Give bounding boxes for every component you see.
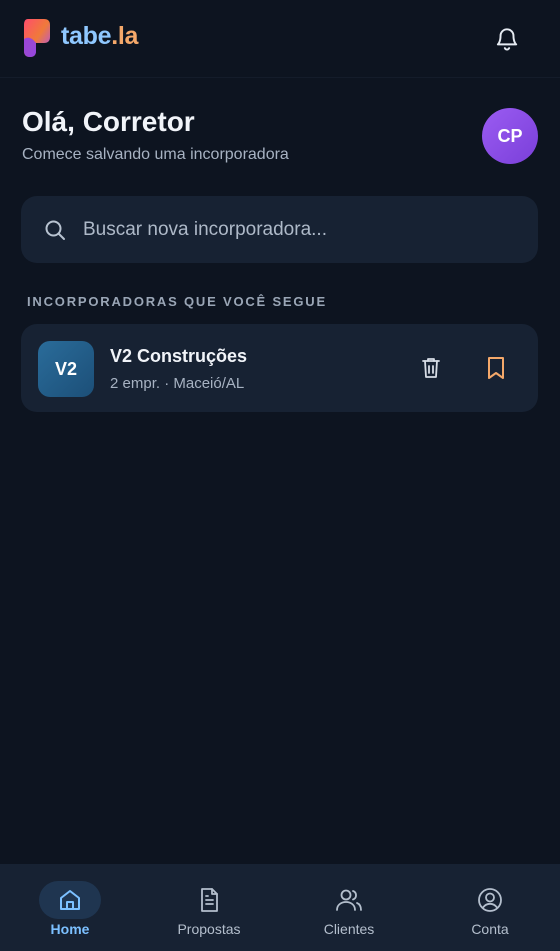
delete-button[interactable] (417, 354, 445, 382)
bell-icon (496, 28, 518, 51)
nav-label-home: Home (50, 921, 90, 937)
top-bar: tabe.la (0, 0, 560, 78)
account-icon (478, 888, 502, 912)
search-bar[interactable] (21, 196, 538, 263)
nav-item-conta[interactable]: Conta (420, 864, 560, 951)
nav-item-propostas[interactable]: Propostas (139, 864, 279, 951)
app-screen: tabe.la Olá, Corretor Comece salvando um… (0, 0, 560, 951)
nav-label-propostas: Propostas (177, 921, 241, 937)
company-logo: V2 (38, 341, 94, 397)
nav-item-home[interactable]: Home (0, 864, 140, 951)
bookmark-button[interactable] (482, 354, 510, 382)
nav-label-conta: Conta (471, 921, 509, 937)
tabela-logo-icon (24, 19, 50, 57)
trash-icon (422, 358, 440, 378)
logo-text-part1: tabe (61, 22, 112, 50)
nav-item-clientes[interactable]: Clientes (279, 864, 419, 951)
company-name: V2 Construções (110, 346, 248, 366)
home-icon (60, 890, 80, 910)
bottom-navigation: Home Propostas Clientes Conta (0, 864, 560, 951)
bookmark-icon (488, 357, 504, 379)
search-input[interactable] (83, 214, 513, 246)
app-logo-text: tabe.la (61, 22, 138, 51)
users-icon (336, 889, 362, 911)
document-icon (201, 888, 218, 912)
following-section-title: INCORPORADORAS QUE VOCÊ SEGUE (27, 294, 327, 309)
greeting-subtitle: Comece salvando uma incorporadora (22, 146, 289, 163)
search-icon (45, 220, 65, 240)
avatar[interactable]: CP (482, 108, 538, 164)
logo-text-part2: .la (111, 22, 139, 50)
greeting-title: Olá, Corretor (22, 106, 195, 137)
nav-label-clientes: Clientes (323, 921, 375, 937)
list-item[interactable]: V2 V2 Construções 2 empr. · Maceió/AL (21, 324, 538, 412)
notifications-button[interactable] (490, 22, 524, 56)
company-meta: 2 empr. · Maceió/AL (110, 375, 245, 392)
